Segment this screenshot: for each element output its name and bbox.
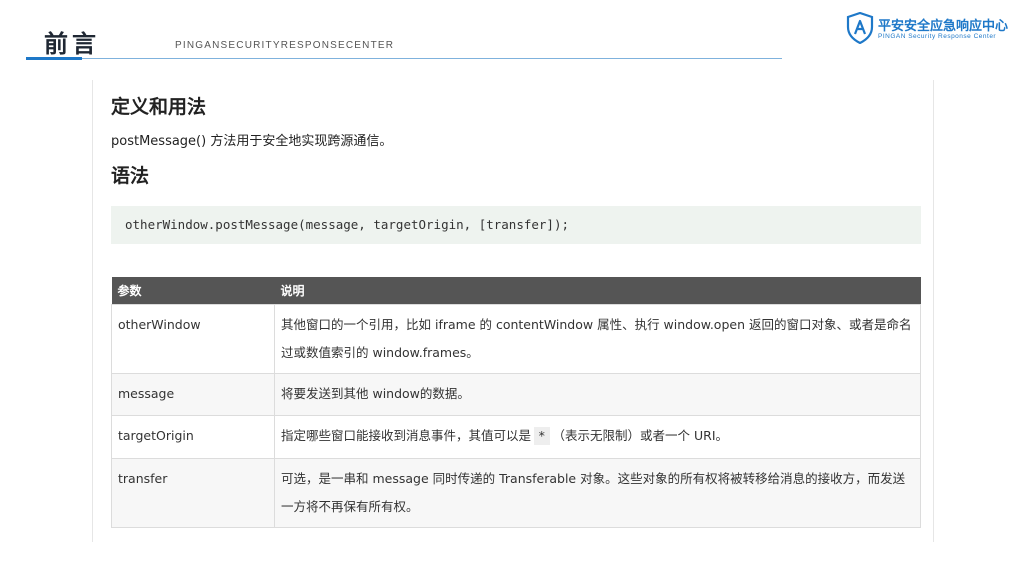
param-description: 将要发送到其他 window的数据。 <box>274 373 921 416</box>
brand-logo: 平安安全应急响应中心 PINGAN Security Response Cent… <box>846 12 1010 46</box>
table-header-param: 参数 <box>111 277 275 305</box>
table-header-desc: 说明 <box>274 277 921 305</box>
inline-code-wildcard: * <box>534 427 550 445</box>
shield-logo-icon <box>846 12 874 44</box>
header-accent-bar <box>26 57 82 60</box>
definition-heading: 定义和用法 <box>111 96 207 118</box>
table-row: message 将要发送到其他 window的数据。 <box>111 373 921 416</box>
table-row: transfer 可选，是一串和 message 同时传递的 Transfera… <box>111 458 921 528</box>
syntax-heading: 语法 <box>111 165 150 187</box>
page-subtitle: PINGANSECURITYRESPONSECENTER <box>175 40 395 51</box>
syntax-code: otherWindow.postMessage(message, targetO… <box>125 217 570 232</box>
definition-text: postMessage() 方法用于安全地实现跨源通信。 <box>111 134 393 149</box>
param-description: 其他窗口的一个引用，比如 iframe 的 contentWindow 属性、执… <box>274 304 921 374</box>
logo-text-en: PINGAN Security Response Center <box>878 33 997 40</box>
header-divider <box>26 58 782 59</box>
param-name: transfer <box>111 458 275 528</box>
page-title: 前言 <box>44 30 100 58</box>
table-row: otherWindow 其他窗口的一个引用，比如 iframe 的 conten… <box>111 304 921 374</box>
param-name: otherWindow <box>111 304 275 374</box>
parameters-table: 参数 说明 otherWindow 其他窗口的一个引用，比如 iframe 的 … <box>111 277 921 528</box>
desc-text-before: 指定哪些窗口能接收到消息事件，其值可以是 <box>281 428 532 443</box>
param-name: targetOrigin <box>111 415 275 459</box>
param-name: message <box>111 373 275 416</box>
param-description: 可选，是一串和 message 同时传递的 Transferable 对象。这些… <box>274 458 921 528</box>
param-description: 指定哪些窗口能接收到消息事件，其值可以是 * （表示无限制）或者一个 URI。 <box>274 415 921 459</box>
desc-text-after: （表示无限制）或者一个 URI。 <box>552 428 729 443</box>
table-row: targetOrigin 指定哪些窗口能接收到消息事件，其值可以是 * （表示无限制… <box>111 415 921 459</box>
table-header-row: 参数 说明 <box>111 277 921 305</box>
logo-text-cn: 平安安全应急响应中心 <box>878 19 1009 34</box>
syntax-code-block: otherWindow.postMessage(message, targetO… <box>111 206 921 244</box>
